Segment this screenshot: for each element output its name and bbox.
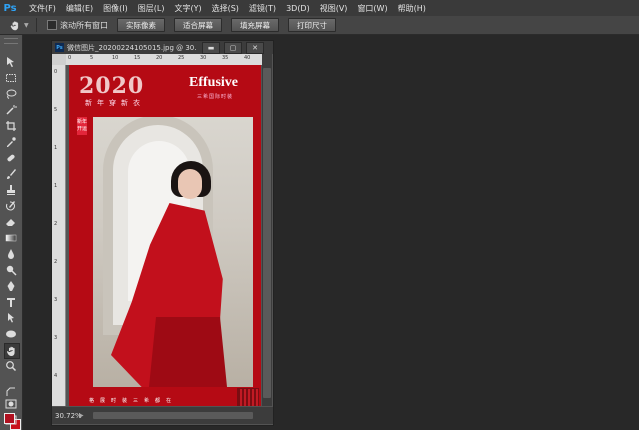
document-title: 微信图片_20200224105015.jpg @ 30.7%(... <box>67 43 197 52</box>
actual-pixels-button[interactable]: 实际像素 <box>117 18 165 32</box>
tools-panel <box>0 35 23 430</box>
gradient-tool-icon[interactable] <box>4 231 18 245</box>
menu-3d[interactable]: 3D(D) <box>281 4 315 13</box>
zoom-level[interactable]: 30.72% <box>55 412 82 420</box>
marquee-tool-icon[interactable] <box>4 71 18 85</box>
vertical-scrollbar[interactable] <box>262 54 272 406</box>
brand-subtitle: 三希国际时装 <box>197 94 234 100</box>
qr-code <box>237 388 259 406</box>
menu-window[interactable]: 窗口(W) <box>352 3 392 14</box>
ruler-tick: 5 <box>90 55 94 61</box>
options-bar: ▼ 滚动所有窗口 实际像素 适合屏幕 填充屏幕 打印尺寸 <box>0 16 639 35</box>
eyedropper-tool-icon[interactable] <box>4 135 18 149</box>
ruler-tick: 30 <box>200 55 207 61</box>
status-menu-icon[interactable]: ▶ <box>79 412 87 419</box>
eraser-tool-icon[interactable] <box>4 215 18 229</box>
ruler-tick: 2 <box>54 259 58 265</box>
poster-footer: 格展时装三希都在 <box>89 398 178 404</box>
poster-year: 2020 <box>79 73 145 99</box>
ruler-tick: 3 <box>54 297 58 303</box>
menubar: Ps 文件(F) 编辑(E) 图像(I) 图层(L) 文字(Y) 选择(S) 滤… <box>0 0 639 16</box>
ruler-tick: 35 <box>222 55 229 61</box>
blur-tool-icon[interactable] <box>4 247 18 261</box>
model-face <box>178 169 202 199</box>
ruler-tick: 2 <box>54 221 58 227</box>
red-pants <box>148 317 228 387</box>
foreground-color-swatch[interactable] <box>4 413 15 424</box>
ruler-tick: 5 <box>54 107 58 113</box>
tool-preset-dropdown-icon[interactable]: ▼ <box>24 22 32 29</box>
ruler-origin[interactable] <box>52 54 66 65</box>
fit-screen-button[interactable]: 适合屏幕 <box>174 18 222 32</box>
path-selection-tool-icon[interactable] <box>4 311 18 325</box>
zoom-tool-icon[interactable] <box>4 359 18 373</box>
print-size-button[interactable]: 打印尺寸 <box>288 18 336 32</box>
fill-screen-button[interactable]: 填充屏幕 <box>231 18 279 32</box>
maximize-button[interactable]: ▢ <box>224 42 242 54</box>
move-tool-icon[interactable] <box>4 55 18 69</box>
close-button[interactable]: ✕ <box>246 42 264 54</box>
ruler-tick: 0 <box>68 55 72 61</box>
document-title-bar[interactable]: Ps 微信图片_20200224105015.jpg @ 30.7%(... ▬… <box>52 41 273 54</box>
scroll-all-windows-label: 滚动所有窗口 <box>60 20 108 30</box>
ruler-tick: 25 <box>178 55 185 61</box>
crop-tool-icon[interactable] <box>4 119 18 133</box>
ruler-tick: 10 <box>112 55 119 61</box>
minimize-button[interactable]: ▬ <box>202 42 220 54</box>
scroll-all-windows-checkbox[interactable] <box>47 20 57 30</box>
vertical-ruler[interactable]: 0 5 1 1 2 2 3 3 4 <box>52 65 66 406</box>
menu-image[interactable]: 图像(I) <box>98 3 133 14</box>
ruler-tick: 15 <box>134 55 141 61</box>
scrollbar-thumb[interactable] <box>263 68 271 398</box>
status-bar: 30.72% ▶ <box>52 407 273 424</box>
brush-tool-icon[interactable] <box>4 167 18 181</box>
vertical-tag: 新年开运 <box>77 117 87 135</box>
ruler-tick: 1 <box>54 183 58 189</box>
ellipse-tool-icon[interactable] <box>4 327 18 341</box>
healing-brush-tool-icon[interactable] <box>4 151 18 165</box>
magic-wand-tool-icon[interactable] <box>4 103 18 117</box>
clone-stamp-tool-icon[interactable] <box>4 183 18 197</box>
brand-logo: Effusive <box>189 75 238 90</box>
ruler-tick: 0 <box>54 69 58 75</box>
pen-tool-icon[interactable] <box>4 279 18 293</box>
ruler-tick: 20 <box>156 55 163 61</box>
ruler-tick: 40 <box>244 55 251 61</box>
history-brush-tool-icon[interactable] <box>4 199 18 213</box>
quick-mask-icon[interactable] <box>4 397 18 411</box>
menu-layer[interactable]: 图层(L) <box>133 3 170 14</box>
poster-subtitle: 新年穿新衣 <box>85 99 145 107</box>
hand-tool-selected-icon[interactable] <box>4 343 20 359</box>
ruler-tick: 1 <box>54 145 58 151</box>
photoshop-logo-icon: Ps <box>3 2 17 14</box>
ps-document-icon: Ps <box>55 43 64 52</box>
document-window: Ps 微信图片_20200224105015.jpg @ 30.7%(... ▬… <box>51 40 274 426</box>
type-tool-icon[interactable] <box>4 295 18 309</box>
menu-filter[interactable]: 滤镜(T) <box>244 3 281 14</box>
swap-colors-icon[interactable] <box>4 387 18 397</box>
menu-type[interactable]: 文字(Y) <box>169 3 206 14</box>
menu-view[interactable]: 视图(V) <box>315 3 353 14</box>
model-photo <box>93 117 253 387</box>
hand-tool-icon[interactable] <box>8 18 22 32</box>
ruler-tick: 4 <box>54 373 58 379</box>
menu-edit[interactable]: 编辑(E) <box>61 3 98 14</box>
lasso-tool-icon[interactable] <box>4 87 18 101</box>
document-canvas[interactable]: 2020 新年穿新衣 Effusive 三希国际时装 新年开运 格展时装三希都在 <box>66 65 262 406</box>
menu-file[interactable]: 文件(F) <box>24 3 61 14</box>
dodge-tool-icon[interactable] <box>4 263 18 277</box>
menu-select[interactable]: 选择(S) <box>207 3 244 14</box>
panel-grip[interactable] <box>4 38 18 44</box>
horizontal-scrollbar[interactable] <box>93 412 253 419</box>
divider <box>36 18 37 32</box>
ruler-tick: 3 <box>54 335 58 341</box>
poster-image: 2020 新年穿新衣 Effusive 三希国际时装 新年开运 格展时装三希都在 <box>69 65 261 406</box>
menu-help[interactable]: 帮助(H) <box>393 3 431 14</box>
